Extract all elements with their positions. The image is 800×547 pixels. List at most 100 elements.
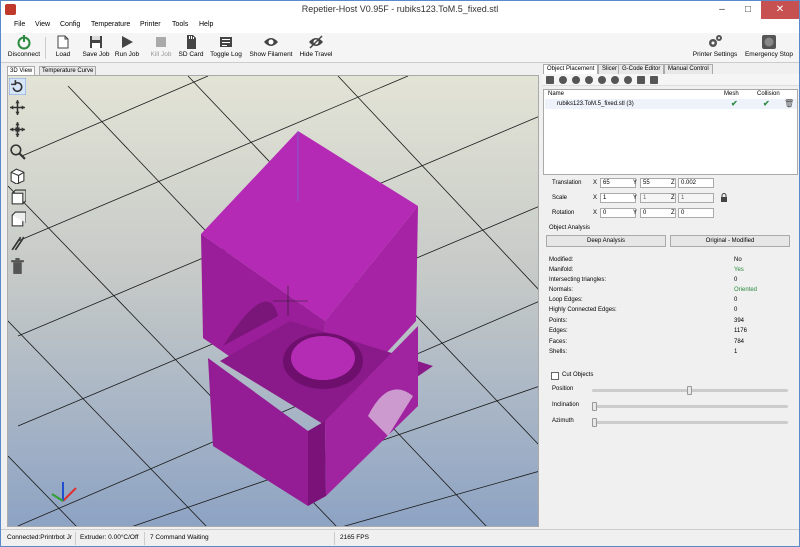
analysis-value: Yes [734, 267, 744, 273]
position-slider[interactable] [592, 386, 788, 395]
run-job-button[interactable]: Run Job [113, 34, 141, 62]
autoposition-icon[interactable] [598, 76, 606, 84]
copy-object-icon[interactable] [585, 76, 593, 84]
add-object-icon[interactable] [559, 76, 567, 84]
hide-travel-button[interactable]: Hide Travel [298, 34, 334, 62]
show-filament-button[interactable]: Show Filament [248, 34, 294, 62]
rotation-label: Rotation [552, 210, 575, 216]
rotate-icon[interactable] [9, 78, 26, 95]
analysis-value: Oriented [734, 287, 758, 293]
center-object-icon[interactable] [611, 76, 619, 84]
axis-y-label: Y [633, 210, 638, 216]
slider-thumb[interactable] [592, 418, 597, 427]
analysis-label: Modified: [549, 257, 574, 263]
slider-thumb[interactable] [687, 386, 692, 395]
menu-bar: File View Config Temperature Printer Too… [1, 19, 799, 33]
table-row[interactable]: rubiks123.ToM.5_fixed.stl (3) ✔ ✔ 🗑 [545, 99, 797, 109]
title-bar: Repetier-Host V0.95F - rubiks123.ToM.5_f… [1, 1, 799, 19]
log-icon [220, 37, 232, 47]
trash-icon[interactable] [9, 258, 26, 275]
rotation-x-field[interactable]: 0 [600, 208, 636, 218]
axis-y-label: Y [633, 180, 638, 186]
drop-object-icon[interactable] [624, 76, 632, 84]
original-modified-button[interactable]: Original - Modified [670, 235, 790, 247]
gears-icon [709, 35, 722, 47]
analysis-value: 1 [734, 349, 738, 355]
save-icon[interactable] [546, 76, 554, 84]
translation-z-field[interactable]: 0.002 [678, 178, 714, 188]
move-view-icon[interactable] [9, 99, 26, 116]
analysis-value: No [734, 257, 742, 263]
save-job-button[interactable]: Save Job [81, 34, 111, 62]
eye-slash-icon [309, 35, 323, 49]
close-button[interactable]: ✕ [761, 1, 799, 19]
inclination-slider[interactable] [592, 402, 788, 411]
view-iso-icon[interactable] [9, 167, 26, 184]
parallel-projection-icon[interactable] [9, 235, 26, 252]
stop-icon [156, 37, 166, 47]
tab-object-placement[interactable]: Object Placement [543, 64, 599, 74]
disconnect-button[interactable]: Disconnect [5, 34, 43, 62]
remove-object-icon[interactable] [572, 76, 580, 84]
translation-label: Translation [552, 180, 582, 186]
delete-object-icon[interactable]: 🗑 [784, 99, 794, 108]
status-bar: Connected:Printrbot Jr Extruder: 0.00°C/… [1, 529, 799, 546]
cut-objects-checkbox[interactable] [551, 372, 559, 380]
analysis-value: 0 [734, 307, 738, 313]
axis-z-label: Z [671, 210, 675, 216]
axis-x-label: X [593, 195, 598, 201]
kill-job-button[interactable]: Kill Job [148, 34, 174, 62]
minimize-button[interactable]: – [709, 1, 735, 19]
lock-icon[interactable] [720, 193, 728, 202]
object-name: rubiks123.ToM.5_fixed.stl (3) [557, 101, 634, 107]
tab-3d-view[interactable]: 3D View [7, 66, 36, 75]
zoom-icon[interactable] [9, 143, 26, 160]
scale-x-field[interactable]: 1 [600, 193, 636, 203]
load-button[interactable]: Load [51, 34, 75, 62]
menu-view[interactable]: View [35, 21, 50, 28]
move-object-icon[interactable] [9, 121, 26, 138]
view-top-icon[interactable] [9, 211, 26, 228]
extruder-status: Extruder: 0.00°C/Off [80, 534, 139, 541]
toggle-log-button[interactable]: Toggle Log [207, 34, 245, 62]
maximize-button[interactable]: □ [735, 1, 761, 19]
tab-temperature-curve[interactable]: Temperature Curve [39, 66, 97, 75]
axis-x-label: X [593, 180, 598, 186]
analysis-label: Shells: [549, 349, 568, 355]
rotation-z-field[interactable]: 0 [678, 208, 714, 218]
emergency-stop-button[interactable]: Emergency Stop [743, 34, 795, 62]
azimuth-slider[interactable] [592, 418, 788, 427]
sd-card-button[interactable]: SD Card [178, 34, 204, 62]
app-window: Repetier-Host V0.95F - rubiks123.ToM.5_f… [0, 0, 800, 547]
status-separator [75, 532, 76, 545]
menu-help[interactable]: Help [199, 21, 213, 28]
toolbar-separator [45, 37, 46, 59]
menu-tools[interactable]: Tools [172, 21, 188, 28]
cut-objects-label: Cut Objects [562, 372, 594, 378]
scale-z-field[interactable]: 1 [678, 193, 714, 203]
printer-settings-button[interactable]: Printer Settings [691, 34, 739, 62]
info-icon[interactable] [650, 76, 658, 84]
menu-temperature[interactable]: Temperature [91, 21, 130, 28]
land-object-icon[interactable] [637, 76, 645, 84]
3d-viewport[interactable] [7, 75, 539, 527]
tab-manual-control[interactable]: Manual Control [664, 64, 713, 74]
column-collision: Collision [757, 91, 780, 97]
status-separator [334, 532, 335, 545]
menu-file[interactable]: File [14, 21, 25, 28]
deep-analysis-button[interactable]: Deep Analysis [546, 235, 666, 247]
3d-scene [8, 76, 538, 526]
analysis-value: 0 [734, 297, 738, 303]
menu-printer[interactable]: Printer [140, 21, 161, 28]
tab-gcode-editor[interactable]: G-Code Editor [618, 64, 665, 74]
column-name: Name [548, 91, 565, 97]
view-front-icon[interactable] [9, 189, 26, 206]
eye-icon [264, 38, 278, 46]
mesh-ok-icon: ✔ [731, 99, 738, 108]
analysis-label: Highly Connected Edges: [549, 307, 617, 313]
menu-config[interactable]: Config [60, 21, 80, 28]
translation-x-field[interactable]: 65 [600, 178, 636, 188]
folder-icon [57, 35, 69, 49]
slider-thumb[interactable] [592, 402, 597, 411]
axis-x-label: X [593, 210, 598, 216]
